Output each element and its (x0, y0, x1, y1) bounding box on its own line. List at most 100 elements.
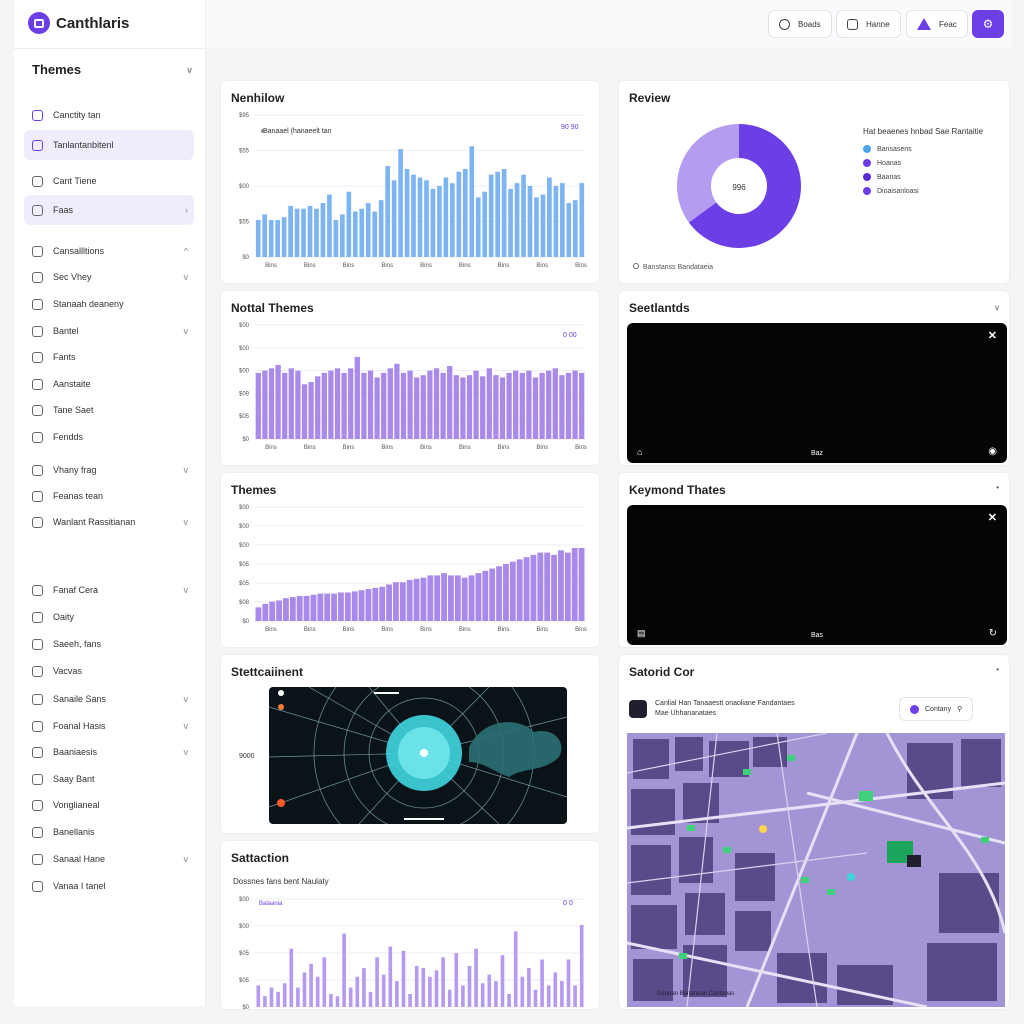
bar[interactable] (289, 597, 296, 621)
bar[interactable] (559, 375, 565, 439)
bar[interactable] (466, 375, 473, 439)
bar[interactable] (547, 177, 552, 257)
bar[interactable] (378, 200, 384, 257)
home-icon[interactable]: ⌂ (637, 447, 642, 457)
bar[interactable] (420, 577, 427, 621)
bar[interactable] (288, 205, 293, 257)
bar[interactable] (404, 168, 410, 257)
bar[interactable] (503, 564, 509, 621)
bar[interactable] (338, 592, 344, 622)
bar[interactable] (427, 370, 433, 439)
bar[interactable] (315, 376, 321, 439)
bar[interactable] (430, 188, 436, 257)
bar[interactable] (269, 987, 274, 1007)
bar[interactable] (454, 575, 461, 621)
bar[interactable] (394, 363, 400, 439)
bar[interactable] (501, 168, 507, 257)
bar[interactable] (546, 985, 551, 1007)
bar[interactable] (530, 554, 537, 621)
bar[interactable] (420, 375, 426, 439)
bar[interactable] (401, 950, 406, 1007)
bar[interactable] (462, 168, 468, 257)
bar[interactable] (527, 968, 531, 1007)
bar[interactable] (482, 570, 489, 621)
close-icon[interactable]: ✕ (988, 329, 997, 342)
bar[interactable] (413, 578, 420, 621)
bar[interactable] (381, 372, 387, 439)
bar[interactable] (447, 366, 453, 439)
bar[interactable] (447, 989, 452, 1007)
bar[interactable] (500, 955, 505, 1007)
media-viewer[interactable]: ✕ ▤ Bas ↻ (627, 505, 1007, 645)
bar[interactable] (421, 968, 426, 1007)
bar[interactable] (552, 368, 558, 439)
bar[interactable] (255, 220, 261, 257)
bar[interactable] (495, 171, 500, 257)
bar[interactable] (527, 186, 533, 257)
bar[interactable] (309, 963, 313, 1007)
bar[interactable] (256, 985, 261, 1007)
bar[interactable] (303, 595, 310, 621)
bar[interactable] (493, 375, 499, 439)
bar[interactable] (301, 208, 306, 257)
bar[interactable] (558, 550, 564, 621)
bar[interactable] (321, 372, 327, 439)
bar[interactable] (537, 552, 544, 621)
bar[interactable] (296, 595, 303, 621)
bar[interactable] (572, 200, 578, 257)
bar[interactable] (560, 183, 565, 257)
bar[interactable] (534, 197, 539, 257)
bar[interactable] (281, 217, 287, 257)
settings-button[interactable]: ⚙ (972, 10, 1004, 38)
sidebar-item[interactable]: Cant Tiene (24, 168, 194, 194)
sidebar-item[interactable]: Saay Bant (24, 766, 194, 792)
bar[interactable] (352, 211, 358, 257)
sidebar-item[interactable]: Fendds (24, 424, 194, 450)
bar[interactable] (539, 372, 545, 439)
sidebar-item[interactable]: Stanaah deaneny (24, 291, 194, 317)
bar[interactable] (540, 959, 544, 1007)
bar[interactable] (385, 166, 390, 257)
sidebar-item[interactable]: Faas › (24, 195, 194, 225)
bar[interactable] (437, 186, 442, 257)
bar[interactable] (351, 591, 358, 621)
bar[interactable] (393, 582, 399, 621)
bar[interactable] (513, 370, 519, 439)
bar[interactable] (571, 548, 578, 621)
bar[interactable] (320, 203, 326, 257)
bar[interactable] (513, 931, 518, 1007)
bar[interactable] (327, 194, 332, 257)
bar[interactable] (288, 368, 294, 439)
bar[interactable] (367, 370, 374, 439)
sidebar-item[interactable]: Baaniaesis v (24, 739, 194, 765)
more-icon[interactable]: • (996, 483, 999, 492)
bar[interactable] (322, 957, 327, 1007)
bar[interactable] (460, 377, 466, 439)
bar[interactable] (344, 592, 351, 622)
bar[interactable] (365, 203, 371, 257)
bar[interactable] (553, 186, 559, 257)
bar[interactable] (417, 177, 423, 257)
bar[interactable] (355, 976, 360, 1007)
bar[interactable] (307, 205, 313, 257)
bar[interactable] (341, 372, 347, 439)
bar[interactable] (546, 370, 552, 439)
bar[interactable] (329, 994, 333, 1007)
bar[interactable] (434, 575, 441, 621)
circle-icon[interactable]: ◉ (988, 446, 997, 457)
bar[interactable] (379, 586, 386, 621)
location-button[interactable]: Contany ⚲ (899, 697, 974, 721)
bar[interactable] (255, 372, 261, 439)
bar[interactable] (499, 377, 506, 439)
bar[interactable] (566, 203, 572, 257)
bar[interactable] (315, 976, 320, 1007)
bar[interactable] (579, 372, 585, 439)
bar[interactable] (372, 587, 379, 621)
bar[interactable] (560, 981, 564, 1007)
sidebar-item[interactable]: Feanas tean (24, 483, 194, 509)
bar[interactable] (324, 593, 331, 621)
bar[interactable] (407, 370, 413, 439)
bar[interactable] (317, 593, 324, 621)
sidebar-item[interactable]: Vanaa I tanel (24, 873, 194, 899)
bar[interactable] (578, 548, 585, 621)
